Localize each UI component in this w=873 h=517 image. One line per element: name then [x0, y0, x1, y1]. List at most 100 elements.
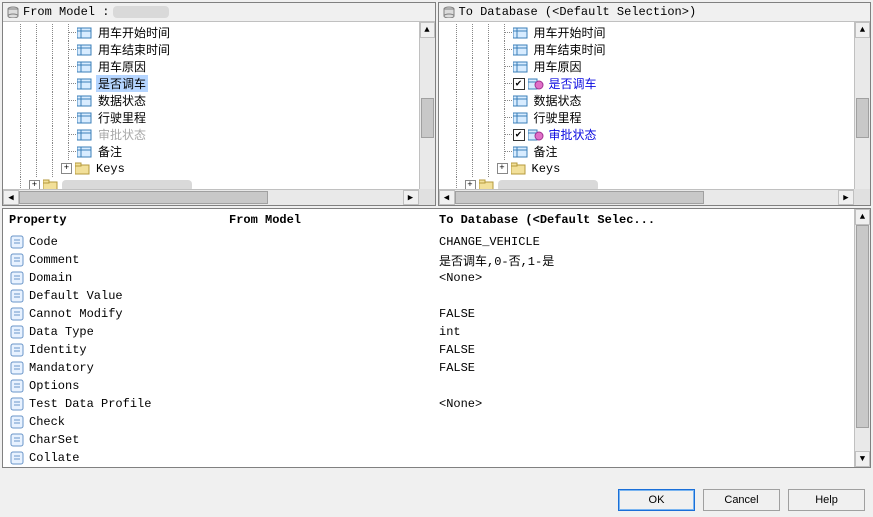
from-model-title: From Model : [3, 3, 435, 22]
property-row[interactable]: Default Value [9, 287, 864, 305]
tree-item[interactable]: 用车开始时间 [13, 24, 435, 41]
tree-item-label: 用车开始时间 [96, 24, 172, 41]
tree-folder[interactable]: +Keys [449, 160, 871, 177]
scrollbar-horizontal[interactable]: ◀ ▶ [439, 189, 855, 205]
scroll-thumb-h[interactable] [19, 191, 268, 204]
property-row[interactable]: Collate [9, 449, 864, 467]
scrollbar-vertical[interactable]: ▲ ▼ [854, 209, 870, 467]
property-icon [9, 397, 25, 411]
scroll-thumb[interactable] [856, 98, 869, 138]
tree-item[interactable]: 备注 [449, 143, 871, 160]
property-row[interactable]: Comment 是否调车,0-否,1-是 [9, 251, 864, 269]
to-database-label: To Database (<Default Selection>) [459, 5, 697, 19]
property-row[interactable]: MandatoryFALSE [9, 359, 864, 377]
tree-item-label: 用车结束时间 [96, 41, 172, 58]
ok-button[interactable]: OK [618, 489, 695, 511]
property-name: Default Value [29, 289, 229, 303]
tree-folder-label: Keys [94, 162, 127, 176]
property-icon [9, 361, 25, 375]
property-row[interactable]: IdentityFALSE [9, 341, 864, 359]
property-row[interactable]: Domain <None> [9, 269, 864, 287]
from-model-label: From Model : [23, 5, 109, 19]
column-modified-icon [528, 77, 544, 91]
tree-item[interactable]: 行驶里程 [13, 109, 435, 126]
checkbox[interactable]: ✔ [513, 129, 525, 141]
property-icon [9, 379, 25, 393]
tree-item[interactable]: 数据状态 [449, 92, 871, 109]
property-to-database: FALSE [439, 361, 864, 375]
tree-item-label: 行驶里程 [96, 109, 148, 126]
property-row[interactable]: Test Data Profile<None> [9, 395, 864, 413]
tree-item[interactable]: 审批状态 [13, 126, 435, 143]
tree-item[interactable]: 行驶里程 [449, 109, 871, 126]
tree-item[interactable]: 备注 [13, 143, 435, 160]
property-name: CharSet [29, 433, 229, 447]
property-row[interactable]: CharSet [9, 431, 864, 449]
expander-icon[interactable]: + [61, 163, 72, 174]
scroll-left-arrow[interactable]: ◀ [3, 190, 19, 205]
property-name: Domain [29, 271, 229, 285]
scroll-thumb[interactable] [421, 98, 434, 138]
scroll-thumb-h[interactable] [455, 191, 704, 204]
scrollbar-vertical[interactable]: ▲ ▼ [854, 22, 870, 205]
tree-item[interactable]: 用车原因 [449, 58, 871, 75]
property-grid: Property From Model To Database (<Defaul… [2, 208, 871, 468]
tree-item[interactable]: ✔是否调车 [449, 75, 871, 92]
property-icon [9, 271, 25, 285]
scroll-right-arrow[interactable]: ▶ [838, 190, 854, 205]
to-database-title: To Database (<Default Selection>) [439, 3, 871, 22]
property-row[interactable]: Check [9, 413, 864, 431]
property-to-database: 是否调车,0-否,1-是 [439, 252, 864, 269]
column-icon [77, 145, 93, 159]
scroll-left-arrow[interactable]: ◀ [439, 190, 455, 205]
tree-item[interactable]: ✔审批状态 [449, 126, 871, 143]
checkbox[interactable]: ✔ [513, 78, 525, 90]
property-to-database: FALSE [439, 307, 864, 321]
folder-icon [511, 162, 527, 176]
to-database-panel: To Database (<Default Selection>) 用车开始时间… [438, 2, 872, 206]
column-icon [513, 145, 529, 159]
scroll-right-arrow[interactable]: ▶ [403, 190, 419, 205]
tree-item[interactable]: 是否调车 [13, 75, 435, 92]
scrollbar-vertical[interactable]: ▲ ▼ [419, 22, 435, 205]
property-icon [9, 235, 25, 249]
cancel-button[interactable]: Cancel [703, 489, 780, 511]
tree-item-label: 用车结束时间 [532, 41, 608, 58]
header-to-database: To Database (<Default Selec... [439, 213, 864, 227]
property-icon [9, 289, 25, 303]
tree-item[interactable]: 数据状态 [13, 92, 435, 109]
property-icon [9, 325, 25, 339]
property-name: Options [29, 379, 229, 393]
scroll-up-arrow[interactable]: ▲ [855, 209, 870, 225]
property-row[interactable]: Options [9, 377, 864, 395]
header-property: Property [9, 213, 229, 227]
tree-item-label: 用车原因 [532, 58, 584, 75]
property-row[interactable]: Cannot ModifyFALSE [9, 305, 864, 323]
tree-item-label: 审批状态 [96, 126, 148, 143]
tree-item-label: 用车原因 [96, 58, 148, 75]
tree-item[interactable]: 用车开始时间 [449, 24, 871, 41]
column-icon [77, 26, 93, 40]
scroll-up-arrow[interactable]: ▲ [855, 22, 870, 38]
tree-item[interactable]: 用车结束时间 [13, 41, 435, 58]
column-icon [513, 26, 529, 40]
scroll-up-arrow[interactable]: ▲ [420, 22, 435, 38]
property-name: Comment [29, 253, 229, 267]
tree-item[interactable]: 用车结束时间 [449, 41, 871, 58]
property-row[interactable]: CodeCHANGE_VEHICLE [9, 233, 864, 251]
property-row[interactable]: Data Typeint [9, 323, 864, 341]
property-icon [9, 451, 25, 465]
tree-folder[interactable]: + Keys [13, 160, 435, 177]
db-icon [443, 6, 455, 18]
scroll-down-arrow[interactable]: ▼ [855, 451, 870, 467]
folder-icon [75, 162, 91, 176]
column-icon [77, 77, 93, 91]
scroll-thumb[interactable] [856, 225, 869, 428]
expander-icon[interactable]: + [497, 163, 508, 174]
property-to-database: <None> [439, 271, 864, 285]
scrollbar-horizontal[interactable]: ◀ ▶ [3, 189, 419, 205]
help-button[interactable]: Help [788, 489, 865, 511]
tree-item[interactable]: 用车原因 [13, 58, 435, 75]
property-name: Identity [29, 343, 229, 357]
tree-item-label: 备注 [532, 143, 560, 160]
